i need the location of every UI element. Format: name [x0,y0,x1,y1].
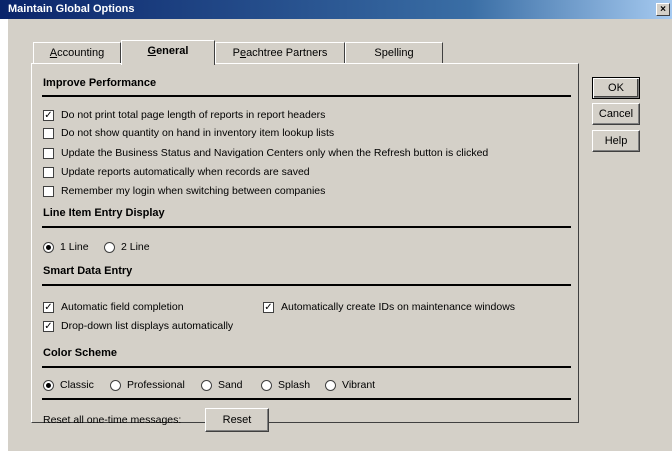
checkbox-no-page-length[interactable]: ✓ [43,110,54,121]
tab-general-accel: G [147,45,157,57]
radio-vibrant[interactable] [325,380,336,391]
label-no-page-length: Do not print total page length of report… [61,109,326,121]
separator-performance [42,95,571,97]
radio-dot [46,383,51,388]
section-title-line-item: Line Item Entry Display [43,207,165,219]
tab-peachtree-partners[interactable]: Peachtree Partners [215,42,345,64]
radio-classic[interactable] [43,380,54,391]
section-title-color-scheme: Color Scheme [43,347,117,359]
label-reset-messages: Reset all one-time messages: [43,414,182,426]
tab-peachtree-partners-pre: P [232,47,240,59]
section-title-performance: Improve Performance [43,77,157,89]
label-2-line: 2 Line [121,241,150,253]
label-remember-login: Remember my login when switching between… [61,185,326,197]
radio-splash[interactable] [261,380,272,391]
label-update-reports: Update reports automatically when record… [61,166,310,178]
radio-1-line[interactable] [43,242,54,253]
cancel-button[interactable]: Cancel [592,103,640,125]
label-professional: Professional [127,379,185,391]
label-1-line: 1 Line [60,241,89,253]
label-dropdown-auto: Drop-down list displays automatically [61,320,234,332]
separator-smart-data [42,284,571,286]
radio-2-line[interactable] [104,242,115,253]
tab-peachtree-partners-label: achtree Partners [246,47,328,59]
label-update-business-status: Update the Business Status and Navigatio… [61,147,489,159]
separator-line-item [42,226,571,228]
checkbox-auto-create-ids[interactable]: ✓ [263,302,274,313]
tab-general[interactable]: General [121,40,215,65]
checkbox-remember-login[interactable] [43,186,54,197]
close-button[interactable]: × [656,3,670,16]
checkbox-no-quantity-on-hand[interactable] [43,128,54,139]
label-sand: Sand [218,379,243,391]
tab-spelling[interactable]: Spelling [345,42,443,64]
checkbox-auto-field-completion[interactable]: ✓ [43,302,54,313]
label-no-quantity-on-hand: Do not show quantity on hand in inventor… [61,127,335,139]
window-title: Maintain Global Options [8,3,135,15]
tab-accounting-label: ccounting [57,47,105,59]
checkbox-update-reports[interactable] [43,167,54,178]
label-auto-create-ids: Automatically create IDs on maintenance … [281,301,516,313]
checkbox-dropdown-auto[interactable]: ✓ [43,321,54,332]
radio-professional[interactable] [110,380,121,391]
check-icon: ✓ [44,110,53,121]
reset-button[interactable]: Reset [205,408,269,432]
separator-color-scheme [42,366,571,368]
radio-dot [46,245,51,250]
label-classic: Classic [60,379,94,391]
check-icon: ✓ [44,321,53,332]
ok-button[interactable]: OK [592,77,640,99]
separator-reset [42,398,571,400]
tab-spelling-label: Spelling [374,47,414,59]
tab-accounting[interactable]: Accounting [33,42,121,64]
label-auto-field-completion: Automatic field completion [61,301,184,313]
label-splash: Splash [278,379,311,391]
label-vibrant: Vibrant [342,379,376,391]
tab-general-label: eneral [156,45,189,57]
window-left-edge [0,19,8,451]
help-button[interactable]: Help [592,130,640,152]
section-title-smart-data: Smart Data Entry [43,265,133,277]
check-icon: ✓ [264,302,273,313]
radio-sand[interactable] [201,380,212,391]
checkbox-update-business-status[interactable] [43,148,54,159]
check-icon: ✓ [44,302,53,313]
